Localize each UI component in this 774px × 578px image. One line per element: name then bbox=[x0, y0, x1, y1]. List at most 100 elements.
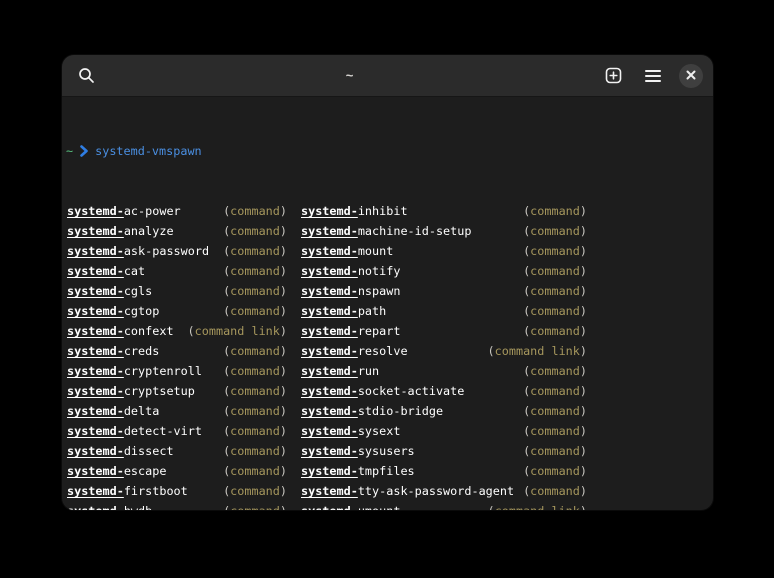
completion-name: systemd-cgls bbox=[67, 281, 152, 301]
completion-name: systemd-notify bbox=[301, 261, 400, 281]
completion-name: systemd-inhibit bbox=[301, 201, 408, 221]
completion-name: systemd-firstboot bbox=[67, 481, 188, 501]
completion-description: (command) bbox=[523, 361, 587, 381]
completion-item: systemd-analyze (command) bbox=[66, 221, 288, 241]
completion-description: (command) bbox=[523, 481, 587, 501]
completion-description: (command) bbox=[523, 261, 587, 281]
completion-name: systemd-tty-ask-password-agent bbox=[301, 481, 514, 501]
completion-description: (command) bbox=[523, 441, 587, 461]
completion-item: systemd-sysusers (command) bbox=[300, 441, 588, 461]
completion-item: systemd-umount (command link) bbox=[300, 501, 588, 510]
completion-item: systemd-confext(command link) bbox=[66, 321, 288, 341]
completion-description: (command) bbox=[523, 421, 587, 441]
new-tab-icon bbox=[605, 67, 622, 84]
completion-name: systemd-stdio-bridge bbox=[301, 401, 443, 421]
completion-item: systemd-delta (command) bbox=[66, 401, 288, 421]
completion-description: (command) bbox=[523, 461, 587, 481]
completion-name: systemd-tmpfiles bbox=[301, 461, 415, 481]
completion-description: (command) bbox=[223, 281, 287, 301]
completion-description: (command) bbox=[223, 261, 287, 281]
prompt-cwd: ~ bbox=[66, 141, 73, 161]
completion-item: systemd-cryptenroll (command) bbox=[66, 361, 288, 381]
completion-item: systemd-cgls (command) bbox=[66, 281, 288, 301]
prompt-chevron-icon bbox=[80, 145, 88, 157]
completion-description: (command) bbox=[223, 441, 287, 461]
prompt-line: ~ systemd-vmspawn bbox=[66, 141, 709, 161]
completion-description: (command) bbox=[223, 361, 287, 381]
close-button[interactable] bbox=[679, 64, 703, 88]
completion-name: systemd-machine-id-setup bbox=[301, 221, 471, 241]
completion-description: (command link) bbox=[488, 501, 587, 510]
completion-description: (command) bbox=[223, 221, 287, 241]
completion-item: systemd-cat (command) bbox=[66, 261, 288, 281]
completion-name: systemd-run bbox=[301, 361, 379, 381]
completion-description: (command) bbox=[523, 301, 587, 321]
completion-name: systemd-resolve bbox=[301, 341, 408, 361]
completion-name: systemd-sysusers bbox=[301, 441, 415, 461]
headerbar-right bbox=[599, 62, 703, 90]
completion-name: systemd-detect-virt bbox=[67, 421, 202, 441]
completion-item: systemd-repart(command) bbox=[300, 321, 588, 341]
completion-description: (command) bbox=[223, 501, 287, 510]
completion-item: systemd-firstboot(command) bbox=[66, 481, 288, 501]
completion-description: (command) bbox=[223, 201, 287, 221]
completion-name: systemd-analyze bbox=[67, 221, 174, 241]
completion-pager: systemd-ac-power(command)systemd-analyze… bbox=[66, 201, 709, 510]
completion-name: systemd-ask-password bbox=[67, 241, 209, 261]
completion-item: systemd-dissect (command) bbox=[66, 441, 288, 461]
completion-description: (command) bbox=[523, 221, 587, 241]
prompt-command: systemd-vmspawn bbox=[95, 141, 202, 161]
completion-name: systemd-dissect bbox=[67, 441, 174, 461]
completion-name: systemd-cryptenroll bbox=[67, 361, 202, 381]
completion-item: systemd-nspawn (command) bbox=[300, 281, 588, 301]
completion-name: systemd-cryptsetup bbox=[67, 381, 195, 401]
search-button[interactable] bbox=[72, 62, 100, 90]
headerbar-left bbox=[72, 62, 100, 90]
completion-item: systemd-resolve(command link) bbox=[300, 341, 588, 361]
completion-name: systemd-cat bbox=[67, 261, 145, 281]
completion-item: systemd-socket-activate(command) bbox=[300, 381, 588, 401]
completion-item: systemd-inhibit (command) bbox=[300, 201, 588, 221]
completion-item: systemd-cgtop(command) bbox=[66, 301, 288, 321]
completion-description: (command) bbox=[523, 201, 587, 221]
completion-name: systemd-escape bbox=[67, 461, 166, 481]
completion-item: systemd-escape (command) bbox=[66, 461, 288, 481]
completion-item: systemd-mount (command) bbox=[300, 241, 588, 261]
hamburger-menu-icon bbox=[645, 69, 661, 83]
completion-description: (command) bbox=[223, 461, 287, 481]
completion-item: systemd-path (command) bbox=[300, 301, 588, 321]
new-tab-button[interactable] bbox=[599, 62, 627, 90]
completion-item: systemd-stdio-bridge (command) bbox=[300, 401, 588, 421]
completion-item: systemd-hwdb (command) bbox=[66, 501, 288, 510]
completion-item: systemd-detect-virt (command) bbox=[66, 421, 288, 441]
completion-item: systemd-run (command) bbox=[300, 361, 588, 381]
terminal-content[interactable]: ~ systemd-vmspawn systemd-ac-power (comma… bbox=[62, 97, 713, 510]
completion-column-left: systemd-ac-power(command)systemd-analyze… bbox=[66, 201, 288, 510]
completion-name: systemd-ac-power bbox=[67, 201, 181, 221]
completion-name: systemd-repart bbox=[301, 321, 400, 341]
completion-description: (command) bbox=[523, 281, 587, 301]
completion-name: systemd-mount bbox=[301, 241, 393, 261]
completion-description: (command link) bbox=[188, 321, 287, 341]
close-icon bbox=[686, 68, 696, 83]
completion-item: systemd-creds (command) bbox=[66, 341, 288, 361]
completion-name: systemd-hwdb bbox=[67, 501, 152, 510]
completion-name: systemd-path bbox=[301, 301, 386, 321]
completion-column-right: systemd-inhibit(command)systemd-machine-… bbox=[300, 201, 588, 510]
completion-name: systemd-nspawn bbox=[301, 281, 400, 301]
menu-button[interactable] bbox=[639, 62, 667, 90]
completion-name: systemd-creds bbox=[67, 341, 159, 361]
completion-description: (command) bbox=[223, 421, 287, 441]
completion-name: systemd-delta bbox=[67, 401, 159, 421]
completion-item: systemd-sysext(command) bbox=[300, 421, 588, 441]
completion-description: (command) bbox=[523, 241, 587, 261]
completion-description: (command) bbox=[523, 401, 587, 421]
completion-item: systemd-cryptsetup(command) bbox=[66, 381, 288, 401]
completion-item: systemd-ac-power (command) bbox=[66, 201, 288, 221]
completion-item: systemd-machine-id-setup (command) bbox=[300, 221, 588, 241]
completion-name: systemd-umount bbox=[301, 501, 400, 510]
completion-description: (command) bbox=[223, 341, 287, 361]
completion-description: (command) bbox=[223, 301, 287, 321]
completion-item: systemd-tmpfiles (command) bbox=[300, 461, 588, 481]
completion-description: (command) bbox=[223, 401, 287, 421]
